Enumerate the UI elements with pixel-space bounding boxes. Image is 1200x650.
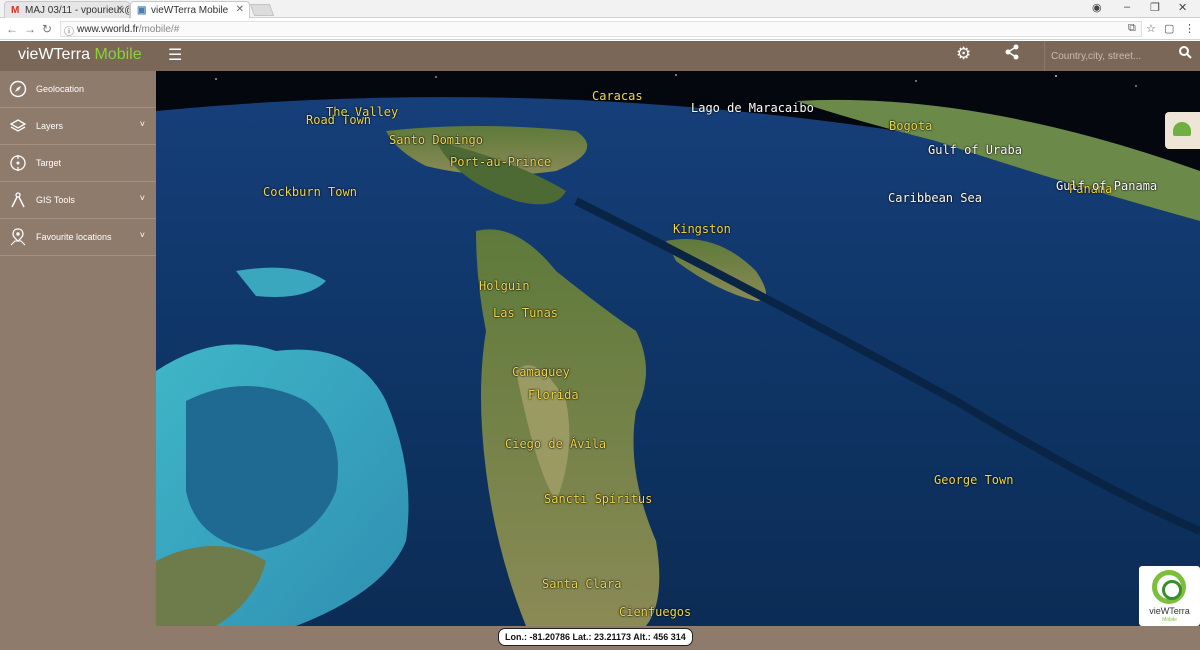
map-label: Kingston [673,222,731,236]
map-pin-icon [9,228,27,246]
map-label: Cockburn Town [263,185,357,199]
translate-icon[interactable]: ⧉ [1128,22,1136,35]
android-icon [1173,122,1191,136]
map-label: Florida [528,388,579,402]
new-tab-button[interactable] [249,4,275,16]
profile-icon[interactable]: ◉ [1092,1,1102,14]
browser-tab-gmail[interactable]: M MAJ 03/11 - vpourieux@ ✕ [4,1,130,18]
extension-icon[interactable]: ▢ [1164,22,1174,35]
close-tab-icon[interactable]: ✕ [116,4,124,15]
android-app-button[interactable] [1165,112,1200,149]
chevron-down-icon: ˅ [139,230,145,240]
layers-icon [9,117,27,135]
close-window-icon[interactable]: ✕ [1178,1,1187,14]
coordinates-readout: Lon.: -81.20786 Lat.: 23.21173 Alt.: 456… [498,628,693,646]
url-path: /mobile/# [138,24,180,35]
gmail-icon: M [11,5,20,16]
map-label: George Town [934,473,1014,487]
forward-icon[interactable]: → [24,22,36,36]
hamburger-menu-icon[interactable]: ☰ [168,45,182,65]
map-label: Caribbean Sea [888,191,982,205]
sidebar-item-label: Layers [36,121,64,131]
sidebar-item-label: GIS Tools [36,195,75,205]
tab-title: vieWTerra Mobile [151,5,229,16]
map-label: Cienfuegos [619,605,692,619]
map-label: Las Tunas [493,306,559,320]
share-icon[interactable] [1004,44,1020,65]
sidebar: Geolocation Layers ˅ Target GIS Tools ˅ … [0,71,156,650]
map-label: Gulf of Uraba [928,143,1022,157]
target-icon [9,154,27,172]
sidebar-item-geolocation[interactable]: Geolocation [0,71,156,108]
map-label: Sancti Spíritus [544,492,653,506]
browser-tab-viewterra[interactable]: ▣ vieWTerra Mobile ✕ [130,1,250,18]
sidebar-item-target[interactable]: Target [0,145,156,182]
compass-tool-icon [9,191,27,209]
globe-imagery [156,71,1200,626]
brand-name: vieWTerra [18,46,91,63]
url-host: www.vworld.fr [77,24,139,35]
page-icon: ▣ [137,5,147,16]
browser-menu-icon[interactable]: ⋮ [1184,22,1195,35]
sidebar-item-favourite-locations[interactable]: Favourite locations ˅ [0,219,156,256]
chevron-down-icon: ˅ [139,119,145,129]
sidebar-item-label: Geolocation [36,84,85,94]
logo-globe-icon [1152,570,1186,604]
globe-map-view[interactable]: Caracas Bogota Santo Domingo Port-au-Pri… [156,71,1200,626]
search-box [1044,41,1200,71]
sidebar-item-label: Target [36,158,62,168]
brand-accent: Mobile [94,46,142,63]
tab-title: MAJ 03/11 - vpourieux@ [25,5,130,16]
logo-title: vieWTerra [1149,606,1190,616]
address-toolbar: ← → ↻ ⓘ www.vworld.fr/mobile/# ⧉ ☆ ▢ ⋮ [0,18,1200,40]
map-label: Santa Clara [542,577,622,591]
map-label: Holguin [479,279,530,293]
map-label: Santo Domingo [389,133,483,147]
chevron-down-icon: ˅ [139,193,145,203]
sidebar-item-gis-tools[interactable]: GIS Tools ˅ [0,182,156,219]
compass-icon [9,80,27,98]
app-header: vieWTerra Mobile ☰ ⚙ [0,41,1200,71]
map-label: Bogota [889,119,933,133]
info-icon: ⓘ [64,27,74,38]
url-bar[interactable]: ⓘ www.vworld.fr/mobile/# [60,21,1142,38]
app-brand: vieWTerra Mobile [18,46,142,64]
bookmark-star-icon[interactable]: ☆ [1146,22,1156,35]
map-label: Camaguey [512,365,570,379]
sidebar-item-label: Favourite locations [36,232,112,242]
logo-subtitle: Mobile [1162,617,1177,623]
map-label: Lago de Maracaibo [691,101,814,115]
minimize-icon[interactable]: – [1124,1,1130,13]
sidebar-item-layers[interactable]: Layers ˅ [0,108,156,145]
settings-gears-icon[interactable]: ⚙ [956,44,971,64]
browser-tab-strip: M MAJ 03/11 - vpourieux@ ✕ ▣ vieWTerra M… [0,0,1200,18]
map-label: Ciego de Ávila [505,437,607,451]
back-icon[interactable]: ← [6,22,18,36]
search-icon[interactable] [1179,46,1192,62]
search-input[interactable] [1051,48,1171,64]
status-bar: Lon.: -81.20786 Lat.: 23.21173 Alt.: 456… [156,626,1200,650]
map-label: Gulf of Panama [1056,179,1158,193]
map-label: The Valley [326,105,399,119]
close-tab-icon[interactable]: ✕ [236,4,244,15]
map-label: Port-au-Prince [450,155,552,169]
map-label: Caracas [592,89,643,103]
viewterra-logo: vieWTerra Mobile [1139,566,1200,626]
restore-icon[interactable]: ❐ [1150,1,1160,14]
reload-icon[interactable]: ↻ [42,22,52,36]
